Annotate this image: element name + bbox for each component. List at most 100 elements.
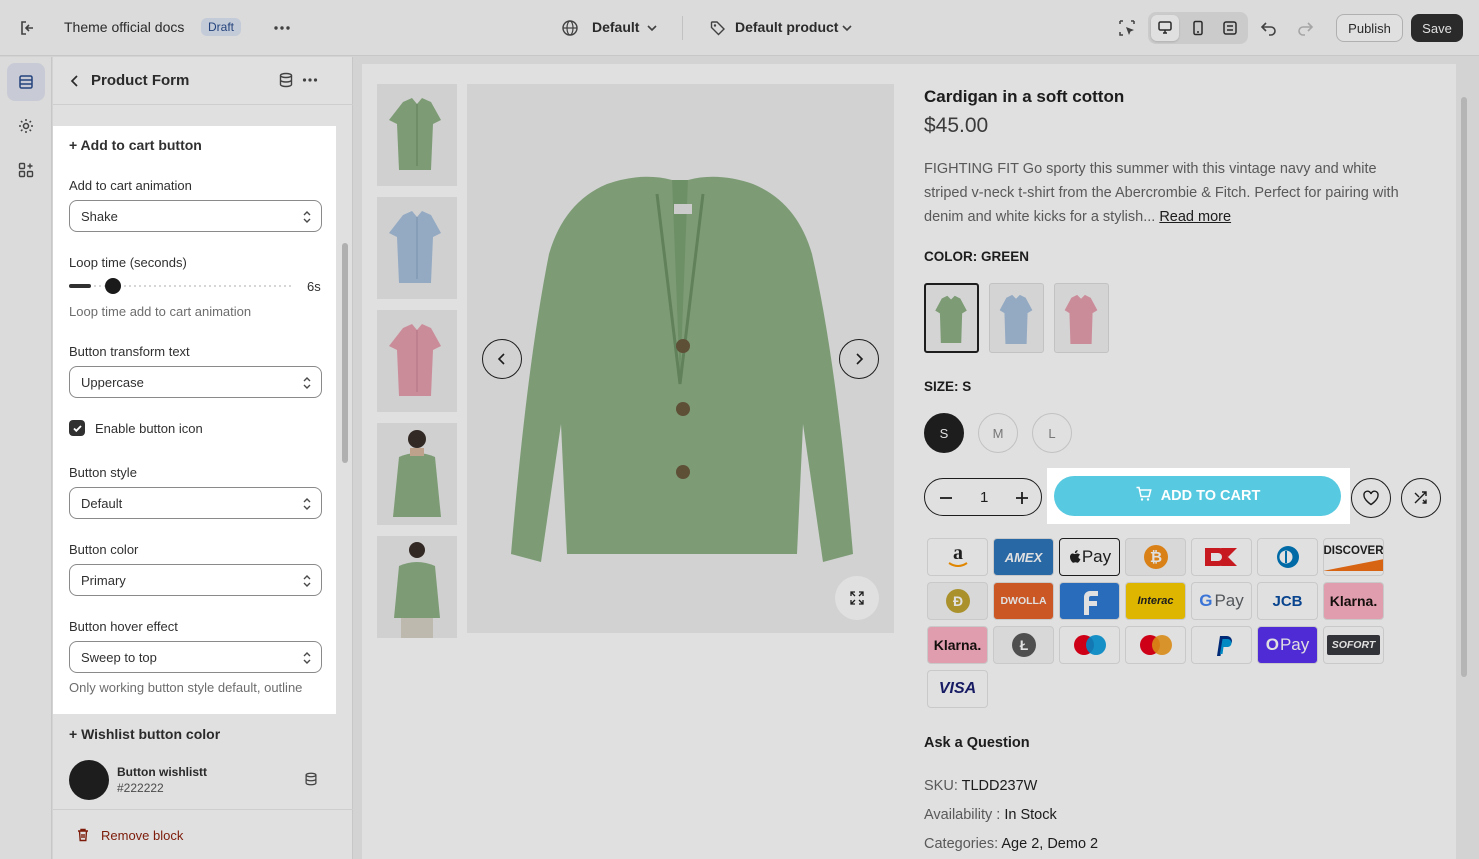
color-option-label: COLOR: GREEN bbox=[924, 249, 1030, 264]
color-swatch-pink[interactable] bbox=[1054, 283, 1109, 353]
litecoin-icon: Ł bbox=[993, 626, 1054, 664]
panel-scrollbar[interactable] bbox=[342, 243, 348, 463]
visa-icon: VISA bbox=[927, 670, 988, 708]
thumbnail-blue[interactable] bbox=[377, 197, 457, 299]
redo-icon[interactable] bbox=[1295, 18, 1315, 38]
database-icon[interactable] bbox=[303, 771, 319, 787]
paypal-icon bbox=[1191, 626, 1252, 664]
maestro-icon bbox=[1059, 626, 1120, 664]
color-select[interactable]: Primary bbox=[69, 564, 322, 596]
shop-pay-label: Pay bbox=[1279, 635, 1310, 654]
compare-button[interactable] bbox=[1401, 478, 1441, 518]
color-swatch-blue[interactable] bbox=[989, 283, 1044, 353]
chevron-down-icon[interactable] bbox=[840, 21, 854, 35]
wishlist-button[interactable] bbox=[1351, 478, 1391, 518]
thumbnail-model-back[interactable] bbox=[377, 536, 457, 638]
dwolla-icon: DWOLLA bbox=[993, 582, 1054, 620]
svg-text:a: a bbox=[953, 543, 963, 564]
shop-logo-icon: O bbox=[1265, 635, 1279, 654]
size-button-l[interactable]: L bbox=[1032, 413, 1072, 453]
select-arrows-icon bbox=[302, 376, 312, 390]
enable-icon-checkbox[interactable] bbox=[69, 420, 85, 436]
plus-icon[interactable] bbox=[1014, 490, 1030, 506]
remove-block-button[interactable]: Remove block bbox=[53, 809, 353, 859]
tag-icon[interactable] bbox=[709, 19, 727, 37]
transform-select[interactable]: Uppercase bbox=[69, 366, 322, 398]
fullscreen-icon[interactable] bbox=[1216, 15, 1244, 41]
add-to-cart-highlight: ADD TO CART bbox=[1047, 468, 1350, 524]
more-options-icon[interactable] bbox=[272, 18, 292, 38]
apps-icon[interactable] bbox=[7, 151, 45, 189]
add-to-cart-settings: + Add to cart button Add to cart animati… bbox=[53, 126, 336, 714]
add-to-cart-label: ADD TO CART bbox=[1160, 488, 1261, 504]
svg-text:Ð: Ð bbox=[952, 593, 962, 609]
ask-question-link[interactable]: Ask a Question bbox=[924, 735, 1030, 751]
animation-select[interactable]: Shake bbox=[69, 200, 322, 232]
quantity-value[interactable]: 1 bbox=[980, 489, 988, 506]
klarna-icon: Klarna. bbox=[927, 626, 988, 664]
select-arrows-icon bbox=[302, 210, 312, 224]
sku-value: TLDD237W bbox=[961, 778, 1038, 794]
sku-label: SKU: bbox=[924, 778, 958, 794]
add-to-cart-button[interactable]: ADD TO CART bbox=[1054, 476, 1341, 516]
hover-select[interactable]: Sweep to top bbox=[69, 641, 322, 673]
select-value: Primary bbox=[81, 573, 126, 588]
thumbnail-model-front[interactable] bbox=[377, 423, 457, 525]
undo-icon[interactable] bbox=[1259, 18, 1279, 38]
wishlist-section-title[interactable]: + Wishlist button color bbox=[69, 726, 220, 742]
zoom-icon[interactable] bbox=[835, 576, 879, 620]
categories-label: Categories: bbox=[924, 836, 999, 852]
more-options-icon[interactable] bbox=[301, 71, 319, 89]
availability-label: Availability : bbox=[924, 807, 1001, 823]
theme-name: Theme official docs bbox=[64, 19, 185, 35]
template-selector[interactable]: Default product bbox=[735, 19, 838, 35]
hover-help-text: Only working button style default, outli… bbox=[69, 680, 303, 695]
save-button[interactable]: Save bbox=[1411, 14, 1463, 42]
swatch-name: Button wishlistt bbox=[117, 765, 207, 779]
minus-icon[interactable] bbox=[938, 490, 954, 506]
google-g-icon: G bbox=[1199, 591, 1213, 610]
device-toggle-group bbox=[1148, 12, 1248, 44]
slider-fill bbox=[69, 284, 91, 288]
color-swatch[interactable] bbox=[69, 760, 109, 800]
svg-text:₿: ₿ bbox=[1149, 549, 1161, 566]
left-rail bbox=[0, 57, 52, 859]
style-select[interactable]: Default bbox=[69, 487, 322, 519]
checkbox-label[interactable]: Enable button icon bbox=[95, 421, 203, 436]
mobile-icon[interactable] bbox=[1184, 15, 1212, 41]
next-image-button[interactable] bbox=[839, 339, 879, 379]
select-arrows-icon bbox=[302, 497, 312, 511]
gear-icon[interactable] bbox=[7, 107, 45, 145]
prev-image-button[interactable] bbox=[482, 339, 522, 379]
database-icon[interactable] bbox=[277, 71, 295, 89]
locale-selector[interactable]: Default bbox=[592, 19, 639, 35]
exit-icon[interactable] bbox=[18, 18, 38, 38]
categories-row: Categories: Age 2, Demo 2 bbox=[924, 836, 1098, 852]
size-button-m[interactable]: M bbox=[978, 413, 1018, 453]
preview-scrollbar[interactable] bbox=[1461, 97, 1467, 677]
loop-slider[interactable] bbox=[69, 278, 293, 294]
inspector-icon[interactable] bbox=[1117, 18, 1137, 38]
globe-icon[interactable] bbox=[561, 19, 579, 37]
sections-icon[interactable] bbox=[7, 63, 45, 101]
read-more-link[interactable]: Read more bbox=[1159, 209, 1231, 225]
main-product-image[interactable] bbox=[467, 84, 894, 633]
color-swatch-green[interactable] bbox=[924, 283, 979, 353]
back-arrow-icon[interactable] bbox=[67, 73, 83, 89]
desktop-icon[interactable] bbox=[1151, 15, 1179, 41]
section-title[interactable]: + Add to cart button bbox=[69, 137, 202, 153]
panel-title: Product Form bbox=[91, 72, 190, 89]
publish-button[interactable]: Publish bbox=[1336, 14, 1403, 42]
discover-label: DISCOVER bbox=[1323, 545, 1384, 557]
loop-label: Loop time (seconds) bbox=[69, 255, 187, 270]
remove-block-label: Remove block bbox=[101, 828, 184, 843]
thumbnail-pink[interactable] bbox=[377, 310, 457, 412]
trash-icon bbox=[75, 827, 91, 843]
product-price: $45.00 bbox=[924, 114, 989, 137]
shop-pay-icon: O Pay bbox=[1257, 626, 1318, 664]
diners-club-icon bbox=[1257, 538, 1318, 576]
thumbnail-green[interactable] bbox=[377, 84, 457, 186]
size-button-s[interactable]: S bbox=[924, 413, 964, 453]
slider-thumb[interactable] bbox=[105, 278, 121, 294]
chevron-down-icon[interactable] bbox=[645, 21, 659, 35]
